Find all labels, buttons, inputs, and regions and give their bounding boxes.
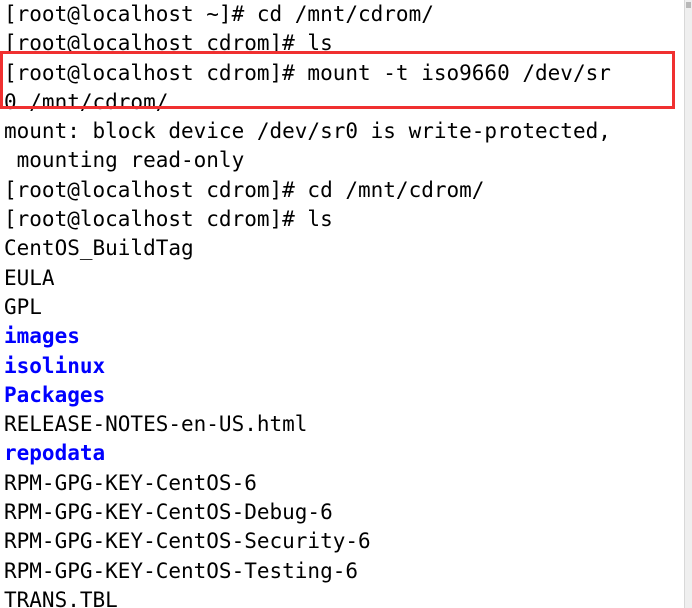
terminal-output-area[interactable]: [root@localhost ~]# cd /mnt/cdrom/ [root…: [0, 0, 684, 608]
vertical-scrollbar[interactable]: [684, 0, 692, 608]
terminal-line: RPM-GPG-KEY-CentOS-Security-6: [4, 529, 371, 554]
terminal-line: TRANS.TBL: [4, 587, 118, 608]
terminal-line: mounting read-only: [4, 148, 245, 173]
terminal-line-directory: repodata: [4, 441, 106, 466]
terminal-line: RPM-GPG-KEY-CentOS-Testing-6: [4, 558, 359, 583]
terminal-line: [root@localhost ~]# cd /mnt/cdrom/: [4, 2, 434, 26]
terminal-line: [root@localhost cdrom]# ls: [4, 31, 333, 56]
terminal-line: mount: block device /dev/sr0 is write-pr…: [4, 119, 611, 144]
terminal-line: 0 /mnt/cdrom/: [4, 89, 169, 114]
terminal-window: [root@localhost ~]# cd /mnt/cdrom/ [root…: [0, 0, 692, 608]
terminal-line-directory: isolinux: [4, 353, 106, 378]
terminal-line: [root@localhost cdrom]# cd /mnt/cdrom/: [4, 177, 485, 202]
terminal-line: CentOS_BuildTag: [4, 236, 194, 261]
terminal-line: RELEASE-NOTES-en-US.html: [4, 412, 308, 437]
terminal-line-directory: Packages: [4, 382, 106, 407]
terminal-line: EULA: [4, 265, 55, 290]
triangle-up-icon[interactable]: [686, 2, 691, 8]
terminal-line: GPL: [4, 294, 42, 319]
terminal-line: RPM-GPG-KEY-CentOS-Debug-6: [4, 500, 333, 525]
terminal-line: [root@localhost cdrom]# ls: [4, 207, 333, 232]
terminal-line: RPM-GPG-KEY-CentOS-6: [4, 470, 257, 495]
terminal-line: [root@localhost cdrom]# mount -t iso9660…: [4, 60, 611, 85]
terminal-line-directory: images: [4, 324, 80, 349]
